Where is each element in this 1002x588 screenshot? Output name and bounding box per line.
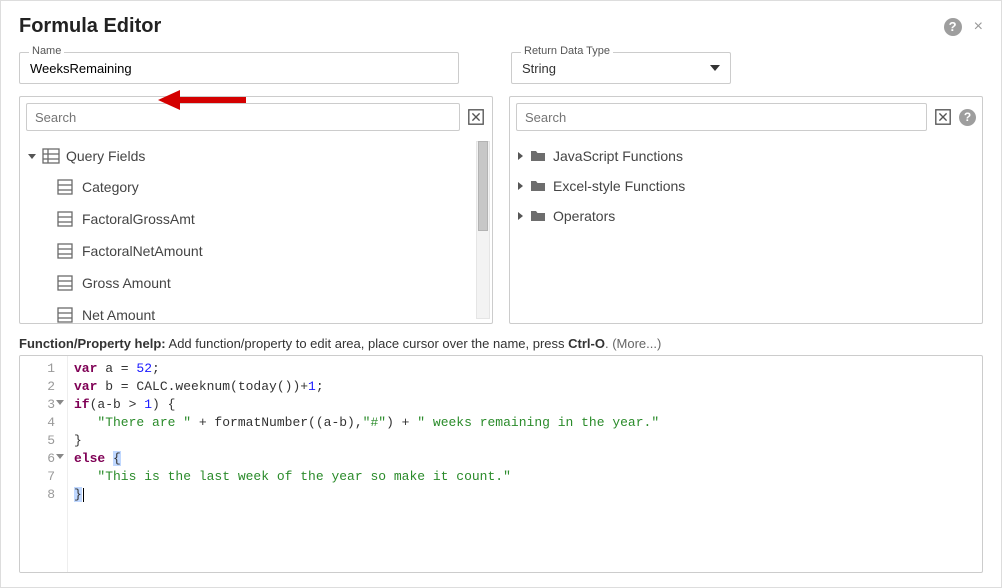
chevron-down-icon [710, 65, 720, 71]
tree-folder-label: Operators [553, 208, 615, 224]
tree-item[interactable]: Category [56, 171, 474, 203]
return-type-label: Return Data Type [521, 45, 613, 57]
chevron-down-icon [28, 154, 36, 159]
tree-folder[interactable]: Operators [516, 201, 980, 231]
clear-search-icon[interactable] [466, 107, 486, 127]
folder-icon [529, 147, 547, 165]
table-icon [42, 147, 60, 165]
query-fields-panel: Query Fields Category FactoralGrossAmt F… [19, 96, 493, 324]
field-icon [56, 242, 74, 260]
tree-item-label: Category [82, 179, 139, 195]
fold-arrow-icon [56, 454, 64, 459]
return-type-value: String [522, 61, 556, 76]
tree-folder-label: Excel-style Functions [553, 178, 685, 194]
functions-panel: ? JavaScript Functions Excel-style Funct… [509, 96, 983, 324]
tree-root-query-fields[interactable]: Query Fields [26, 141, 474, 171]
tree-folder[interactable]: JavaScript Functions [516, 141, 980, 171]
left-search-input[interactable] [26, 103, 460, 131]
dialog-title: Formula Editor [19, 15, 161, 38]
tree-item[interactable]: Net Amount [56, 299, 474, 323]
help-line: Function/Property help: Add function/pro… [19, 336, 983, 351]
help-icon[interactable]: ? [944, 18, 962, 36]
fold-arrow-icon [56, 400, 64, 405]
name-label: Name [29, 45, 64, 57]
tree-item-label: FactoralNetAmount [82, 243, 203, 259]
tree-root-label: Query Fields [66, 148, 145, 164]
chevron-right-icon [518, 212, 523, 220]
folder-icon [529, 207, 547, 225]
text-cursor [83, 488, 84, 502]
tree-item[interactable]: FactoralGrossAmt [56, 203, 474, 235]
field-icon [56, 274, 74, 292]
tree-item[interactable]: FactoralNetAmount [56, 235, 474, 267]
chevron-right-icon [518, 182, 523, 190]
right-search-input[interactable] [516, 103, 927, 131]
chevron-right-icon [518, 152, 523, 160]
field-icon [56, 210, 74, 228]
tree-item-label: Net Amount [82, 307, 155, 323]
code-content[interactable]: var a = 52; var b = CALC.weeknum(today()… [68, 356, 982, 572]
help-icon[interactable]: ? [959, 109, 976, 126]
tree-item-label: Gross Amount [82, 275, 171, 291]
folder-icon [529, 177, 547, 195]
name-input[interactable] [19, 52, 459, 84]
scrollbar[interactable] [476, 141, 490, 319]
clear-search-icon[interactable] [933, 107, 953, 127]
tree-item[interactable]: Gross Amount [56, 267, 474, 299]
field-icon [56, 306, 74, 323]
tree-folder-label: JavaScript Functions [553, 148, 683, 164]
code-editor[interactable]: 1 2 3 4 5 6 7 8 var a = 52; var b = CALC… [19, 355, 983, 573]
tree-item-label: FactoralGrossAmt [82, 211, 195, 227]
close-icon[interactable]: × [974, 18, 983, 36]
field-icon [56, 178, 74, 196]
tree-folder[interactable]: Excel-style Functions [516, 171, 980, 201]
line-gutter: 1 2 3 4 5 6 7 8 [20, 356, 68, 572]
query-fields-list: Category FactoralGrossAmt FactoralNetAmo… [26, 171, 474, 323]
